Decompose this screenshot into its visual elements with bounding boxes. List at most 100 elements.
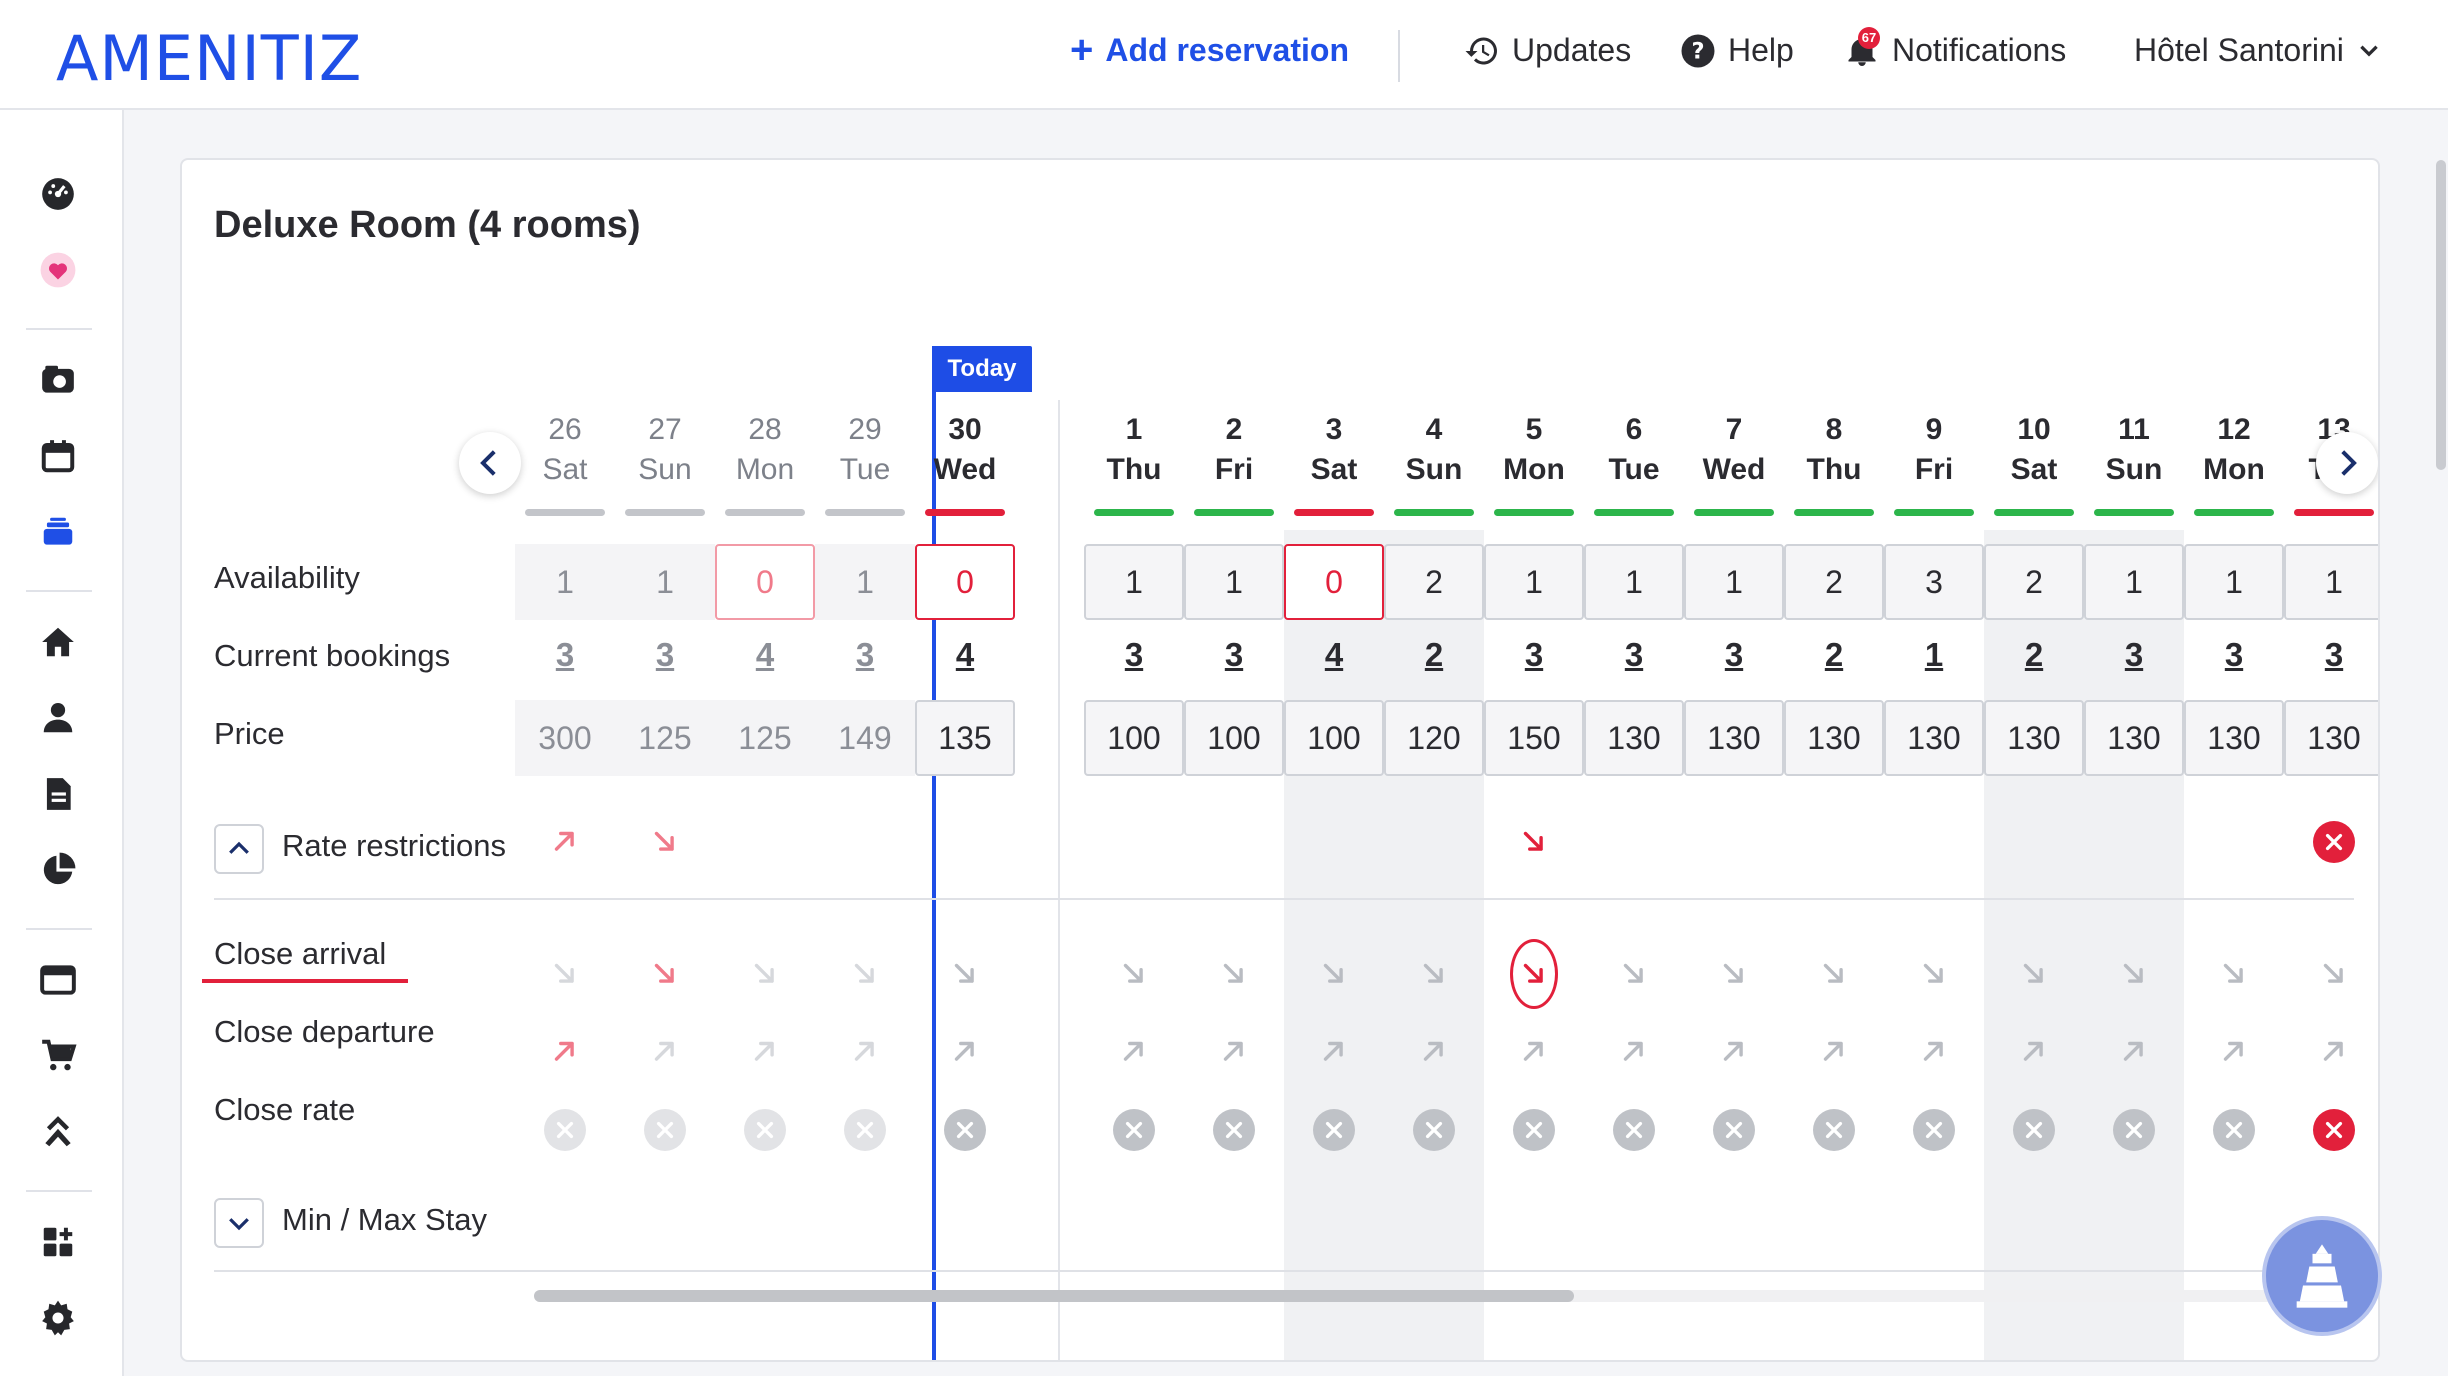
bookings-link[interactable]: 3 [1184, 636, 1284, 674]
close-rate-toggle-icon[interactable] [2110, 1106, 2158, 1154]
price-cell[interactable]: 130 [1884, 700, 1984, 776]
close-rate-toggle-icon[interactable] [1110, 1106, 1158, 1154]
price-cell[interactable]: 100 [1084, 700, 1184, 776]
availability-cell[interactable]: 1 [1684, 544, 1784, 620]
price-cell[interactable]: 130 [2084, 700, 2184, 776]
heart-icon[interactable] [38, 250, 78, 290]
close-arrival-toggle-icon[interactable] [1410, 950, 1458, 998]
price-cell[interactable]: 100 [1284, 700, 1384, 776]
document-icon[interactable] [38, 774, 78, 814]
close-departure-toggle-icon[interactable] [641, 1028, 689, 1076]
close-arrival-toggle-icon[interactable] [1310, 950, 1358, 998]
close-rate-toggle-icon[interactable] [1210, 1106, 1258, 1154]
updates-button[interactable]: Updates [1464, 32, 1631, 69]
bookings-link[interactable]: 3 [1684, 636, 1784, 674]
browser-icon[interactable] [38, 960, 78, 1000]
close-arrival-toggle-icon[interactable] [1210, 950, 1258, 998]
users-icon[interactable] [38, 698, 78, 738]
close-departure-toggle-icon[interactable] [2010, 1028, 2058, 1076]
hotel-selector[interactable]: Hôtel Santorini [2134, 32, 2382, 69]
dashboard-icon[interactable] [38, 174, 78, 214]
price-cell[interactable]: 125 [715, 700, 815, 776]
availability-cell[interactable]: 1 [515, 544, 615, 620]
close-arrival-toggle-icon[interactable] [641, 950, 689, 998]
cart-icon[interactable] [38, 1036, 78, 1076]
close-departure-toggle-icon[interactable] [741, 1028, 789, 1076]
close-arrival-toggle-icon[interactable] [941, 950, 989, 998]
close-arrival-toggle-icon[interactable] [1610, 950, 1658, 998]
close-arrival-toggle-icon[interactable] [2010, 950, 2058, 998]
availability-cell[interactable]: 2 [1384, 544, 1484, 620]
close-arrival-toggle-icon[interactable] [2310, 950, 2358, 998]
bookings-link[interactable]: 3 [815, 636, 915, 674]
page-scrollbar[interactable] [2436, 160, 2446, 470]
channel-icon[interactable] [38, 1112, 78, 1152]
close-arrival-toggle-icon[interactable] [1510, 939, 1558, 1009]
close-rate-toggle-icon[interactable] [1310, 1106, 1358, 1154]
close-departure-toggle-icon[interactable] [841, 1028, 889, 1076]
price-cell[interactable]: 130 [2284, 700, 2378, 776]
bookings-link[interactable]: 3 [1484, 636, 1584, 674]
close-rate-toggle-icon[interactable] [941, 1106, 989, 1154]
apps-icon[interactable] [38, 1222, 78, 1262]
availability-cell[interactable]: 1 [2084, 544, 2184, 620]
price-cell[interactable]: 130 [1784, 700, 1884, 776]
close-arrival-toggle-icon[interactable] [1110, 950, 1158, 998]
close-departure-toggle-icon[interactable] [2310, 1028, 2358, 1076]
availability-cell[interactable]: 1 [1184, 544, 1284, 620]
pie-chart-icon[interactable] [38, 850, 78, 890]
availability-cell[interactable]: 1 [815, 544, 915, 620]
close-arrival-toggle-icon[interactable] [841, 950, 889, 998]
close-departure-toggle-icon[interactable] [1410, 1028, 1458, 1076]
price-cell[interactable]: 130 [1984, 700, 2084, 776]
price-cell[interactable]: 125 [615, 700, 715, 776]
close-departure-toggle-icon[interactable] [941, 1028, 989, 1076]
close-departure-toggle-icon[interactable] [1710, 1028, 1758, 1076]
chat-widget-button[interactable] [2262, 1216, 2382, 1336]
close-arrival-toggle-icon[interactable] [1810, 950, 1858, 998]
close-arrival-toggle-icon[interactable] [1710, 950, 1758, 998]
availability-cell[interactable]: 1 [2284, 544, 2378, 620]
bookings-link[interactable]: 4 [715, 636, 815, 674]
close-departure-toggle-icon[interactable] [2210, 1028, 2258, 1076]
close-departure-toggle-icon[interactable] [2110, 1028, 2158, 1076]
close-rate-toggle-icon[interactable] [2210, 1106, 2258, 1154]
availability-cell[interactable]: 1 [2184, 544, 2284, 620]
close-rate-toggle-icon[interactable] [641, 1106, 689, 1154]
close-arrival-toggle-icon[interactable] [2210, 950, 2258, 998]
close-departure-toggle-icon[interactable] [1610, 1028, 1658, 1076]
availability-cell[interactable]: 0 [715, 544, 815, 620]
bookings-link[interactable]: 3 [2284, 636, 2378, 674]
close-arrival-toggle-icon[interactable] [1910, 950, 1958, 998]
add-reservation-button[interactable]: + Add reservation [1070, 30, 1349, 70]
close-arrival-toggle-icon[interactable] [541, 950, 589, 998]
close-rate-toggle-icon[interactable] [2310, 1106, 2358, 1154]
bed-icon[interactable] [38, 360, 78, 400]
availability-cell[interactable]: 2 [1984, 544, 2084, 620]
close-rate-toggle-icon[interactable] [1910, 1106, 1958, 1154]
availability-cell[interactable]: 2 [1784, 544, 1884, 620]
close-departure-toggle-icon[interactable] [1210, 1028, 1258, 1076]
price-cell[interactable]: 300 [515, 700, 615, 776]
bookings-link[interactable]: 3 [1084, 636, 1184, 674]
close-arrival-toggle-icon[interactable] [741, 950, 789, 998]
bookings-link[interactable]: 2 [1984, 636, 2084, 674]
previous-dates-button[interactable] [459, 432, 521, 494]
close-rate-toggle-icon[interactable] [741, 1106, 789, 1154]
close-rate-toggle-icon[interactable] [1510, 1106, 1558, 1154]
availability-cell[interactable]: 1 [615, 544, 715, 620]
calendar-icon[interactable] [38, 436, 78, 476]
close-departure-toggle-icon[interactable] [1810, 1028, 1858, 1076]
price-cell[interactable]: 135 [915, 700, 1015, 776]
availability-cell[interactable]: 1 [1584, 544, 1684, 620]
bookings-link[interactable]: 4 [1284, 636, 1384, 674]
price-cell[interactable]: 130 [1684, 700, 1784, 776]
price-cell[interactable]: 120 [1384, 700, 1484, 776]
close-departure-toggle-icon[interactable] [1110, 1028, 1158, 1076]
availability-cell[interactable]: 1 [1484, 544, 1584, 620]
rate-restrictions-toggle[interactable] [214, 824, 264, 874]
bookings-link[interactable]: 3 [2184, 636, 2284, 674]
bookings-link[interactable]: 3 [1584, 636, 1684, 674]
price-cell[interactable]: 100 [1184, 700, 1284, 776]
close-rate-toggle-icon[interactable] [541, 1106, 589, 1154]
